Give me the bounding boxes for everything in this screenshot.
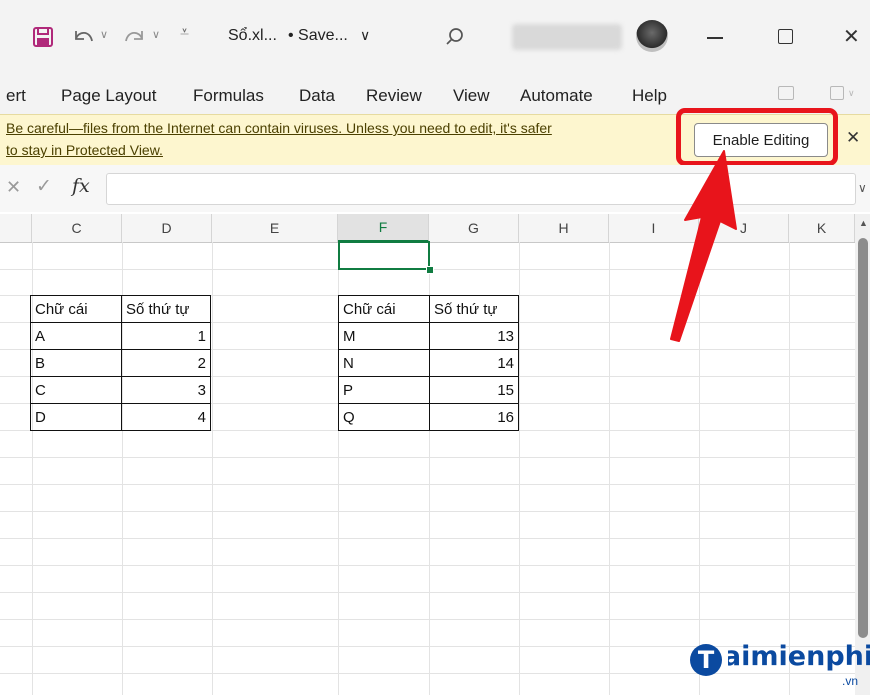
close-icon[interactable]: ✕: [843, 24, 860, 49]
column-header-d[interactable]: D: [122, 214, 212, 242]
tab-help[interactable]: Help: [632, 86, 667, 106]
chevron-down-icon[interactable]: ∨: [152, 28, 160, 41]
table-cell[interactable]: 1: [121, 322, 211, 350]
cancel-icon[interactable]: ✕: [6, 177, 21, 198]
save-status[interactable]: • Save...: [288, 27, 348, 45]
search-icon[interactable]: [444, 26, 466, 48]
comments-icon[interactable]: [778, 86, 794, 100]
table-cell[interactable]: D: [30, 403, 122, 431]
customize-toolbar-icon[interactable]: ⩡: [180, 24, 189, 42]
warning-text-line2[interactable]: to stay in Protected View.: [6, 142, 163, 158]
share-icon[interactable]: [830, 86, 844, 100]
file-name[interactable]: Sổ.xl...: [228, 27, 277, 45]
tab-view[interactable]: View: [453, 86, 490, 106]
table-header[interactable]: Số thứ tự: [429, 295, 519, 323]
table-cell[interactable]: A: [30, 322, 122, 350]
minimize-icon[interactable]: [707, 37, 723, 39]
expand-formula-icon[interactable]: ∨: [858, 181, 867, 195]
maximize-icon[interactable]: [778, 29, 793, 44]
table-cell[interactable]: 2: [121, 349, 211, 377]
table-cell[interactable]: C: [30, 376, 122, 404]
insert-function-icon[interactable]: fx: [72, 175, 90, 197]
table-header[interactable]: Số thứ tự: [121, 295, 211, 323]
tab-formulas[interactable]: Formulas: [193, 86, 264, 106]
watermark-logo: T: [690, 644, 722, 676]
active-cell[interactable]: [338, 241, 430, 270]
tab-insert[interactable]: ert: [6, 86, 26, 106]
watermark-suffix: .vn: [842, 674, 859, 688]
column-header-g[interactable]: G: [429, 214, 519, 242]
column-header-k[interactable]: K: [789, 214, 855, 242]
tab-page-layout[interactable]: Page Layout: [61, 86, 156, 106]
column-header-e[interactable]: E: [212, 214, 338, 242]
table-cell[interactable]: P: [338, 376, 430, 404]
table-cell[interactable]: 4: [121, 403, 211, 431]
corner-cell[interactable]: [0, 214, 32, 242]
avatar[interactable]: [636, 20, 668, 52]
undo-icon[interactable]: [70, 25, 96, 49]
table-cell[interactable]: 15: [429, 376, 519, 404]
column-header-c[interactable]: C: [32, 214, 122, 242]
table-cell[interactable]: 3: [121, 376, 211, 404]
account-name-blurred: [512, 24, 622, 50]
save-icon[interactable]: [32, 26, 54, 48]
watermark-text: Taimienphi: [708, 641, 870, 672]
scroll-up-icon[interactable]: ▲: [859, 218, 868, 228]
redo-icon[interactable]: [122, 25, 148, 49]
table-cell[interactable]: 16: [429, 403, 519, 431]
column-header-f[interactable]: F: [338, 214, 429, 242]
table-cell[interactable]: Q: [338, 403, 430, 431]
warning-text-line1[interactable]: Be careful—files from the Internet can c…: [6, 120, 670, 136]
chevron-down-icon[interactable]: ∨: [848, 88, 855, 99]
tab-automate[interactable]: Automate: [520, 86, 593, 106]
chevron-down-icon[interactable]: ∨: [360, 27, 370, 44]
fill-handle[interactable]: [426, 266, 434, 274]
check-icon[interactable]: ✓: [36, 175, 52, 198]
red-arrow-icon: [670, 150, 737, 342]
tab-review[interactable]: Review: [366, 86, 422, 106]
table-cell[interactable]: B: [30, 349, 122, 377]
scrollbar-thumb[interactable]: [858, 238, 868, 638]
table-cell[interactable]: 13: [429, 322, 519, 350]
table-cell[interactable]: 14: [429, 349, 519, 377]
table-cell[interactable]: N: [338, 349, 430, 377]
chevron-down-icon[interactable]: ∨: [100, 28, 108, 41]
column-header-h[interactable]: H: [519, 214, 609, 242]
tab-data[interactable]: Data: [299, 86, 335, 106]
table-cell[interactable]: M: [338, 322, 430, 350]
table-header[interactable]: Chữ cái: [30, 295, 122, 323]
table-header[interactable]: Chữ cái: [338, 295, 430, 323]
close-icon[interactable]: ✕: [846, 128, 860, 148]
